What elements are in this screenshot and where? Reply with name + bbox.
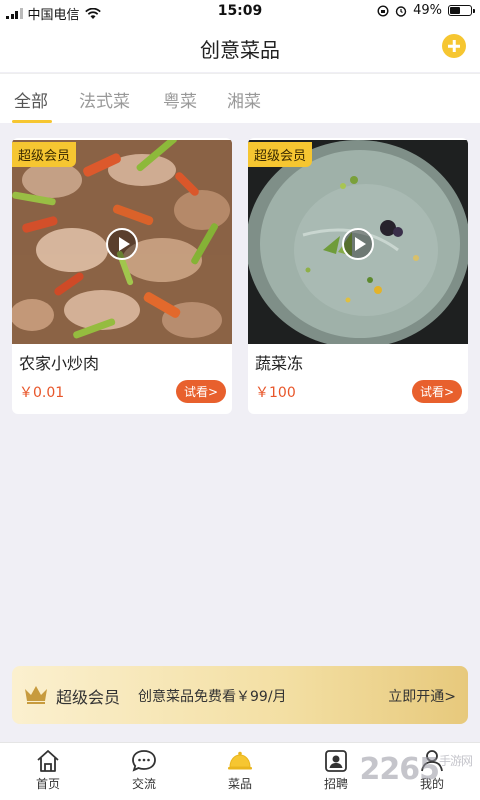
play-icon[interactable] — [342, 228, 374, 260]
page-title: 创意菜品 — [200, 38, 280, 62]
rotation-lock-icon — [377, 4, 389, 17]
play-icon[interactable] — [106, 228, 138, 260]
tab-cantonese[interactable]: 粤菜 — [163, 87, 197, 112]
member-badge: 超级会员 — [12, 142, 77, 167]
tabbar-chat[interactable]: 交流 — [114, 749, 174, 792]
member-banner[interactable]: 超级会员 创意菜品免费看￥99/月 立即开通> — [12, 666, 468, 724]
member-description: 创意菜品免费看￥99/月 — [138, 689, 287, 705]
tabbar-label: 招聘 — [323, 777, 348, 791]
battery-icon — [448, 5, 475, 16]
dish-card[interactable]: 超级会员 蔬菜冻 ￥100 试看> — [248, 138, 468, 414]
active-tab-indicator — [12, 120, 52, 123]
dish-price: ￥100 — [255, 385, 296, 401]
dish-thumbnail[interactable]: 超级会员 — [248, 140, 468, 344]
add-button[interactable] — [442, 34, 466, 58]
tabbar-label: 交流 — [131, 777, 156, 791]
tabbar-label: 菜品 — [227, 777, 252, 791]
dish-card[interactable]: 超级会员 农家小炒肉 ￥0.01 试看> — [12, 138, 232, 414]
navigation-bar: 创意菜品 — [0, 24, 480, 72]
member-title: 超级会员 — [56, 688, 121, 707]
battery-percent: 49% — [413, 3, 442, 18]
dish-title: 农家小炒肉 — [19, 354, 100, 373]
crown-icon — [25, 686, 47, 704]
tabbar-label: 首页 — [35, 777, 60, 791]
tab-french[interactable]: 法式菜 — [79, 87, 130, 112]
dish-cover-icon — [228, 751, 252, 770]
watermark-text: 2265 — [359, 752, 439, 787]
alarm-icon — [395, 5, 407, 17]
tabbar-recruit[interactable]: 招聘 — [306, 749, 366, 792]
tab-all[interactable]: 全部 — [14, 87, 48, 112]
home-icon — [37, 750, 59, 772]
dish-thumbnail[interactable]: 超级会员 — [12, 140, 232, 344]
dish-price: ￥0.01 — [19, 385, 65, 401]
watermark-subtext: 手游网 — [438, 754, 473, 768]
activate-now-link[interactable]: 立即开通> — [388, 686, 456, 706]
recruit-icon — [325, 750, 347, 772]
status-bar: 中国电信 15:09 49% — [0, 0, 480, 24]
tabbar-dishes[interactable]: 菜品 — [210, 749, 270, 792]
member-badge: 超级会员 — [248, 142, 313, 167]
tab-hunan[interactable]: 湘菜 — [227, 87, 261, 112]
preview-button[interactable]: 试看> — [411, 380, 462, 403]
dish-title: 蔬菜冻 — [255, 354, 304, 373]
watermark-logo: 2265手游网 — [359, 752, 473, 787]
chat-icon — [132, 750, 156, 772]
status-right: 49% — [377, 3, 475, 18]
category-tabs: 全部 法式菜 粤菜 湘菜 — [0, 73, 480, 123]
tabbar-home[interactable]: 首页 — [18, 749, 78, 792]
preview-button[interactable]: 试看> — [175, 380, 226, 403]
